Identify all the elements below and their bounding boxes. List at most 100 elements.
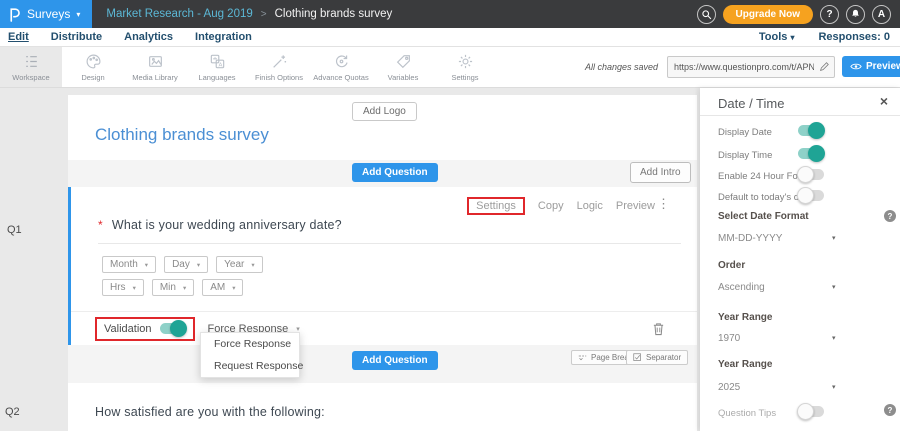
nav-tab-analytics[interactable]: Analytics xyxy=(124,31,173,43)
validation-control: Validation xyxy=(95,317,195,341)
month-select[interactable]: Month▾ xyxy=(102,256,156,273)
search-icon xyxy=(701,9,712,20)
year-range-start-select[interactable]: 1970▾ xyxy=(718,333,882,344)
validation-label: Validation xyxy=(104,323,152,335)
enable-24hr-toggle[interactable] xyxy=(798,169,824,180)
workspace-icon xyxy=(23,53,40,70)
survey-title[interactable]: Clothing brands survey xyxy=(95,125,269,145)
ampm-select[interactable]: AM▾ xyxy=(202,279,243,296)
year-select[interactable]: Year▾ xyxy=(216,256,262,273)
year-range-end-select[interactable]: 2025▾ xyxy=(718,382,882,393)
chevron-down-icon: ▾ xyxy=(832,334,836,342)
question-text: What is your wedding anniversary date? xyxy=(112,218,342,232)
default-today-row: Default to today's date xyxy=(718,187,882,203)
breadcrumb-separator: > xyxy=(261,9,267,20)
nav-tab-edit[interactable]: Edit xyxy=(8,31,29,43)
date-format-select[interactable]: MM-DD-YYYY▾ xyxy=(718,233,882,244)
minutes-select[interactable]: Min▾ xyxy=(152,279,194,296)
responses-count[interactable]: Responses: 0 xyxy=(818,31,890,43)
menu-item-request-response[interactable]: Request Response xyxy=(201,355,299,377)
question-divider xyxy=(98,243,681,244)
toolbar-item-finish-options[interactable]: Finish Options xyxy=(248,47,310,87)
display-date-row: Display Date xyxy=(718,122,882,138)
order-select[interactable]: Ascending▾ xyxy=(718,282,882,293)
chevron-down-icon: ▾ xyxy=(790,33,794,42)
question-settings-button[interactable]: Settings xyxy=(467,197,525,215)
help-button[interactable]: ? xyxy=(820,5,839,24)
question-2-card: How satisfied are you with the following… xyxy=(68,383,697,431)
validation-row: Validation Force Response ▾ xyxy=(71,311,697,345)
finish-options-wand-icon xyxy=(271,53,288,70)
display-date-toggle[interactable] xyxy=(798,125,824,136)
add-logo-button[interactable]: Add Logo xyxy=(352,102,417,121)
help-icon[interactable]: ? xyxy=(884,210,896,222)
select-date-format-label: Select Date Format xyxy=(718,211,809,222)
notifications-button[interactable] xyxy=(846,5,865,24)
separator-button[interactable]: Separator xyxy=(626,350,688,365)
media-library-icon xyxy=(147,53,164,70)
question-number-q2: Q2 xyxy=(5,406,20,418)
edit-url-button[interactable] xyxy=(819,61,830,72)
breadcrumb-parent[interactable]: Market Research - Aug 2019 xyxy=(106,8,252,20)
toolbar-item-advance-quotas[interactable]: Advance Quotas xyxy=(310,47,372,87)
panel-divider xyxy=(700,115,900,116)
languages-icon: A xyxy=(209,53,226,70)
toolbar-item-design[interactable]: Design xyxy=(62,47,124,87)
hours-select[interactable]: Hrs▾ xyxy=(102,279,144,296)
survey-header-card: Add Logo Clothing brands survey xyxy=(68,95,697,160)
validation-toggle[interactable] xyxy=(160,323,186,334)
nav-tab-distribute[interactable]: Distribute xyxy=(51,31,102,43)
required-asterisk: * xyxy=(98,218,103,232)
display-time-toggle[interactable] xyxy=(798,148,824,159)
year-range-start-label: Year Range xyxy=(718,312,772,323)
preview-button[interactable]: Preview xyxy=(842,56,900,77)
question-preview-button[interactable]: Preview xyxy=(616,200,655,212)
settings-gear-icon xyxy=(457,53,474,70)
surveys-menu[interactable]: Surveys ▾ xyxy=(0,0,92,28)
more-options-icon[interactable]: ⋮ xyxy=(657,197,670,210)
chevron-down-icon: ▾ xyxy=(145,261,148,269)
add-question-button-bottom[interactable]: Add Question xyxy=(352,351,438,370)
chevron-down-icon: ▾ xyxy=(832,383,836,391)
help-icon[interactable]: ? xyxy=(884,404,896,416)
question-2-text[interactable]: How satisfied are you with the following… xyxy=(95,405,325,419)
topbar-actions: Upgrade Now ? A xyxy=(697,5,900,24)
toolbar-item-variables[interactable]: Variables xyxy=(372,47,434,87)
question-tips-toggle[interactable] xyxy=(798,406,824,417)
nav-right: Tools ▾ Responses: 0 xyxy=(759,31,900,43)
chevron-down-icon: ▾ xyxy=(232,284,235,292)
separator-checkbox-icon xyxy=(633,353,642,362)
trash-icon xyxy=(652,322,665,336)
add-question-button-top[interactable]: Add Question xyxy=(352,163,438,182)
toolbar-item-settings[interactable]: Settings xyxy=(434,47,496,87)
toolbar-item-media-library[interactable]: Media Library xyxy=(124,47,186,87)
question-copy-button[interactable]: Copy xyxy=(538,200,564,212)
question-text-row[interactable]: * What is your wedding anniversary date? xyxy=(98,218,342,232)
toolbar-item-workspace[interactable]: Workspace xyxy=(0,47,62,87)
close-icon[interactable]: × xyxy=(880,94,888,108)
year-range-end-label: Year Range xyxy=(718,359,772,370)
display-time-row: Display Time xyxy=(718,145,882,161)
survey-url-input[interactable] xyxy=(667,56,835,78)
pencil-icon xyxy=(819,61,830,72)
nav-tab-integration[interactable]: Integration xyxy=(195,31,252,43)
search-button[interactable] xyxy=(697,5,716,24)
survey-url-field-wrap xyxy=(667,56,835,78)
add-intro-button[interactable]: Add Intro xyxy=(630,162,691,183)
question-number-q1: Q1 xyxy=(7,224,22,236)
menu-item-force-response[interactable]: Force Response xyxy=(201,333,299,355)
question-logic-button[interactable]: Logic xyxy=(577,200,603,212)
upgrade-now-button[interactable]: Upgrade Now xyxy=(723,5,813,24)
chevron-down-icon: ▾ xyxy=(197,261,200,269)
breadcrumb-current: Clothing brands survey xyxy=(275,8,393,20)
chevron-down-icon: ▾ xyxy=(832,283,836,291)
toolbar-item-languages[interactable]: A Languages xyxy=(186,47,248,87)
default-today-toggle[interactable] xyxy=(798,190,824,201)
delete-question-button[interactable] xyxy=(652,322,665,336)
account-avatar[interactable]: A xyxy=(872,5,891,24)
chevron-down-icon: ▾ xyxy=(251,261,254,269)
breadcrumb: Market Research - Aug 2019 > Clothing br… xyxy=(106,8,392,20)
day-select[interactable]: Day▾ xyxy=(164,256,208,273)
save-status: All changes saved xyxy=(585,62,658,72)
tools-menu[interactable]: Tools ▾ xyxy=(759,31,795,43)
